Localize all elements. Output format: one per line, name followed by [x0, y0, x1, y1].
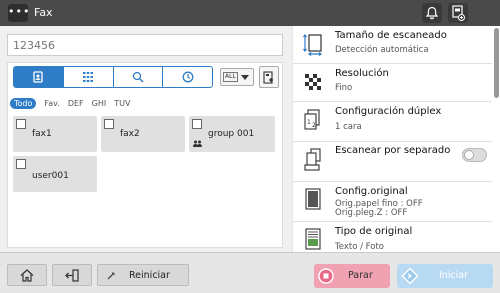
reset-button[interactable]: Reiniciar	[97, 264, 189, 286]
start-icon	[401, 267, 419, 285]
setting-title: Config.original	[335, 186, 408, 197]
address-item[interactable]: user001	[13, 156, 97, 192]
keypad-tab[interactable]	[62, 67, 113, 87]
notification-bell-icon[interactable]	[422, 3, 442, 23]
address-name: group 001	[208, 129, 255, 139]
setting-title: Resolución	[335, 68, 389, 79]
address-name: fax1	[32, 129, 52, 139]
svg-text:2: 2	[312, 122, 316, 129]
search-icon	[132, 71, 144, 83]
address-checkbox[interactable]	[16, 159, 26, 169]
start-label: Iniciar	[439, 270, 469, 281]
home-button[interactable]	[7, 264, 47, 286]
settings-panel: Tamaño de escaneado Detección automática…	[293, 26, 500, 252]
address-item[interactable]: group 001	[189, 116, 275, 152]
index-tab-def[interactable]: DEF	[68, 98, 84, 109]
dropdown-value: ALL	[223, 72, 238, 82]
app-title: Fax	[34, 6, 53, 19]
register-address-button[interactable]	[259, 66, 279, 88]
register-address-icon	[263, 70, 273, 84]
index-tab-todo[interactable]: Todo	[10, 97, 37, 109]
stop-label: Parar	[348, 270, 373, 281]
history-tab[interactable]	[162, 67, 212, 87]
address-book-tab[interactable]	[14, 67, 63, 87]
logout-button[interactable]	[52, 264, 92, 286]
toggle-knob	[464, 150, 474, 160]
setting-title: Escanear por separado	[335, 145, 451, 156]
settings-scrollbar[interactable]	[494, 28, 499, 98]
setting-value-2: Orig.pleg.Z : OFF	[335, 208, 408, 218]
address-checkbox[interactable]	[104, 119, 114, 129]
setting-scan-size[interactable]: Tamaño de escaneado Detección automática	[293, 26, 492, 64]
stop-icon	[318, 268, 334, 284]
svg-text:1: 1	[307, 119, 311, 126]
resolution-icon	[305, 74, 321, 90]
stop-button[interactable]: Parar	[314, 264, 390, 288]
original-config-icon	[305, 188, 321, 210]
address-checkbox[interactable]	[192, 119, 202, 129]
address-item[interactable]: fax1	[13, 116, 97, 152]
index-tab-ghi[interactable]: GHI	[92, 98, 107, 109]
menu-button[interactable]: •••	[8, 4, 29, 22]
address-checkbox[interactable]	[16, 119, 26, 129]
address-item[interactable]: fax2	[101, 116, 185, 152]
index-tab-fav[interactable]: Fav.	[44, 98, 59, 109]
setting-resolution[interactable]: Resolución Fino	[293, 64, 492, 102]
top-bar: ••• Fax	[0, 0, 500, 26]
setting-title: Configuración dúplex	[335, 106, 442, 117]
home-icon	[20, 268, 34, 282]
setting-original-type[interactable]: Tipo de original Texto / Foto	[293, 222, 492, 252]
address-book-panel	[7, 62, 283, 248]
fax-number-input[interactable]	[7, 34, 283, 56]
setting-value: Texto / Foto	[335, 242, 384, 252]
setting-value: Fino	[335, 83, 353, 93]
chevron-down-icon	[241, 75, 249, 80]
duplex-icon: 12	[304, 109, 320, 130]
reset-icon	[107, 272, 115, 280]
group-icon	[193, 140, 202, 147]
device-status-icon[interactable]	[448, 3, 468, 23]
keypad-icon	[83, 72, 94, 82]
index-tab-tuv[interactable]: TUV	[114, 98, 130, 109]
setting-value: 1 cara	[335, 122, 362, 132]
address-name: fax2	[120, 129, 140, 139]
scan-size-icon	[303, 34, 322, 56]
search-mode-tabs	[13, 66, 213, 88]
logout-icon	[64, 268, 79, 282]
reset-label: Reiniciar	[129, 270, 170, 281]
start-button[interactable]: Iniciar	[397, 264, 493, 288]
setting-original-config[interactable]: Config.original Orig.papel fino : OFF Or…	[293, 182, 492, 222]
setting-separate-scan[interactable]: Escanear por separado	[293, 142, 492, 182]
setting-title: Tamaño de escaneado	[335, 30, 447, 41]
address-book-icon	[33, 71, 44, 83]
separate-scan-icon	[304, 148, 321, 171]
setting-duplex[interactable]: 12 Configuración dúplex 1 cara	[293, 102, 492, 142]
address-type-dropdown[interactable]: ALL	[220, 68, 254, 86]
setting-title: Tipo de original	[335, 226, 413, 237]
address-name: user001	[32, 171, 69, 181]
original-type-icon	[305, 228, 321, 250]
index-tabs: Todo Fav. DEF GHI TUV	[10, 96, 130, 110]
history-icon	[182, 71, 194, 83]
separate-scan-toggle[interactable]	[462, 148, 487, 162]
search-tab[interactable]	[112, 67, 163, 87]
setting-value: Detección automática	[335, 45, 429, 55]
